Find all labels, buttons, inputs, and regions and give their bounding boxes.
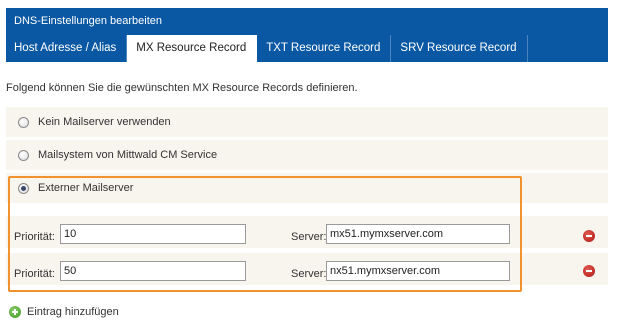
tab-mx-resource-record[interactable]: MX Resource Record [127,35,258,62]
server-label: Server: [291,231,327,243]
server-input[interactable] [326,224,510,244]
tab-host-adresse[interactable]: Host Adresse / Alias [6,35,128,62]
priority-label: Priorität: [14,268,55,280]
radio-mittwald-mailsystem[interactable] [18,149,29,161]
remove-entry-icon[interactable] [583,265,595,277]
option-label: Kein Mailserver verwenden [38,116,171,128]
option-label: Mailsystem von Mittwald CM Service [38,149,218,161]
plus-circle-icon [9,306,21,318]
priority-input[interactable] [60,224,246,244]
tab-txt-resource-record[interactable]: TXT Resource Record [257,35,392,62]
remove-entry-icon[interactable] [583,230,595,242]
add-entry-label: Eintrag hinzufügen [27,306,119,318]
server-label: Server: [291,268,327,280]
intro-text: Folgend können Sie die gewünschten MX Re… [6,82,358,94]
tab-bar: Host Adresse / Alias MX Resource Record … [6,35,608,62]
radio-external-mailserver[interactable] [18,182,29,194]
option-no-mailserver[interactable]: Kein Mailserver verwenden [6,107,608,137]
radio-no-mailserver[interactable] [18,116,29,128]
mx-entry-row: Priorität: Server: [6,216,608,248]
priority-label: Priorität: [14,231,55,243]
server-input[interactable] [326,261,510,281]
option-mittwald-mailsystem[interactable]: Mailsystem von Mittwald CM Service [6,140,608,170]
panel-title: DNS-Einstellungen bearbeiten [6,8,608,35]
priority-input[interactable] [60,261,246,281]
option-external-mailserver[interactable]: Externer Mailserver [6,173,608,203]
tab-srv-resource-record[interactable]: SRV Resource Record [391,35,528,62]
mx-entry-row: Priorität: Server: [6,253,608,285]
add-entry-button[interactable]: Eintrag hinzufügen [9,306,119,318]
option-label: Externer Mailserver [38,182,134,194]
